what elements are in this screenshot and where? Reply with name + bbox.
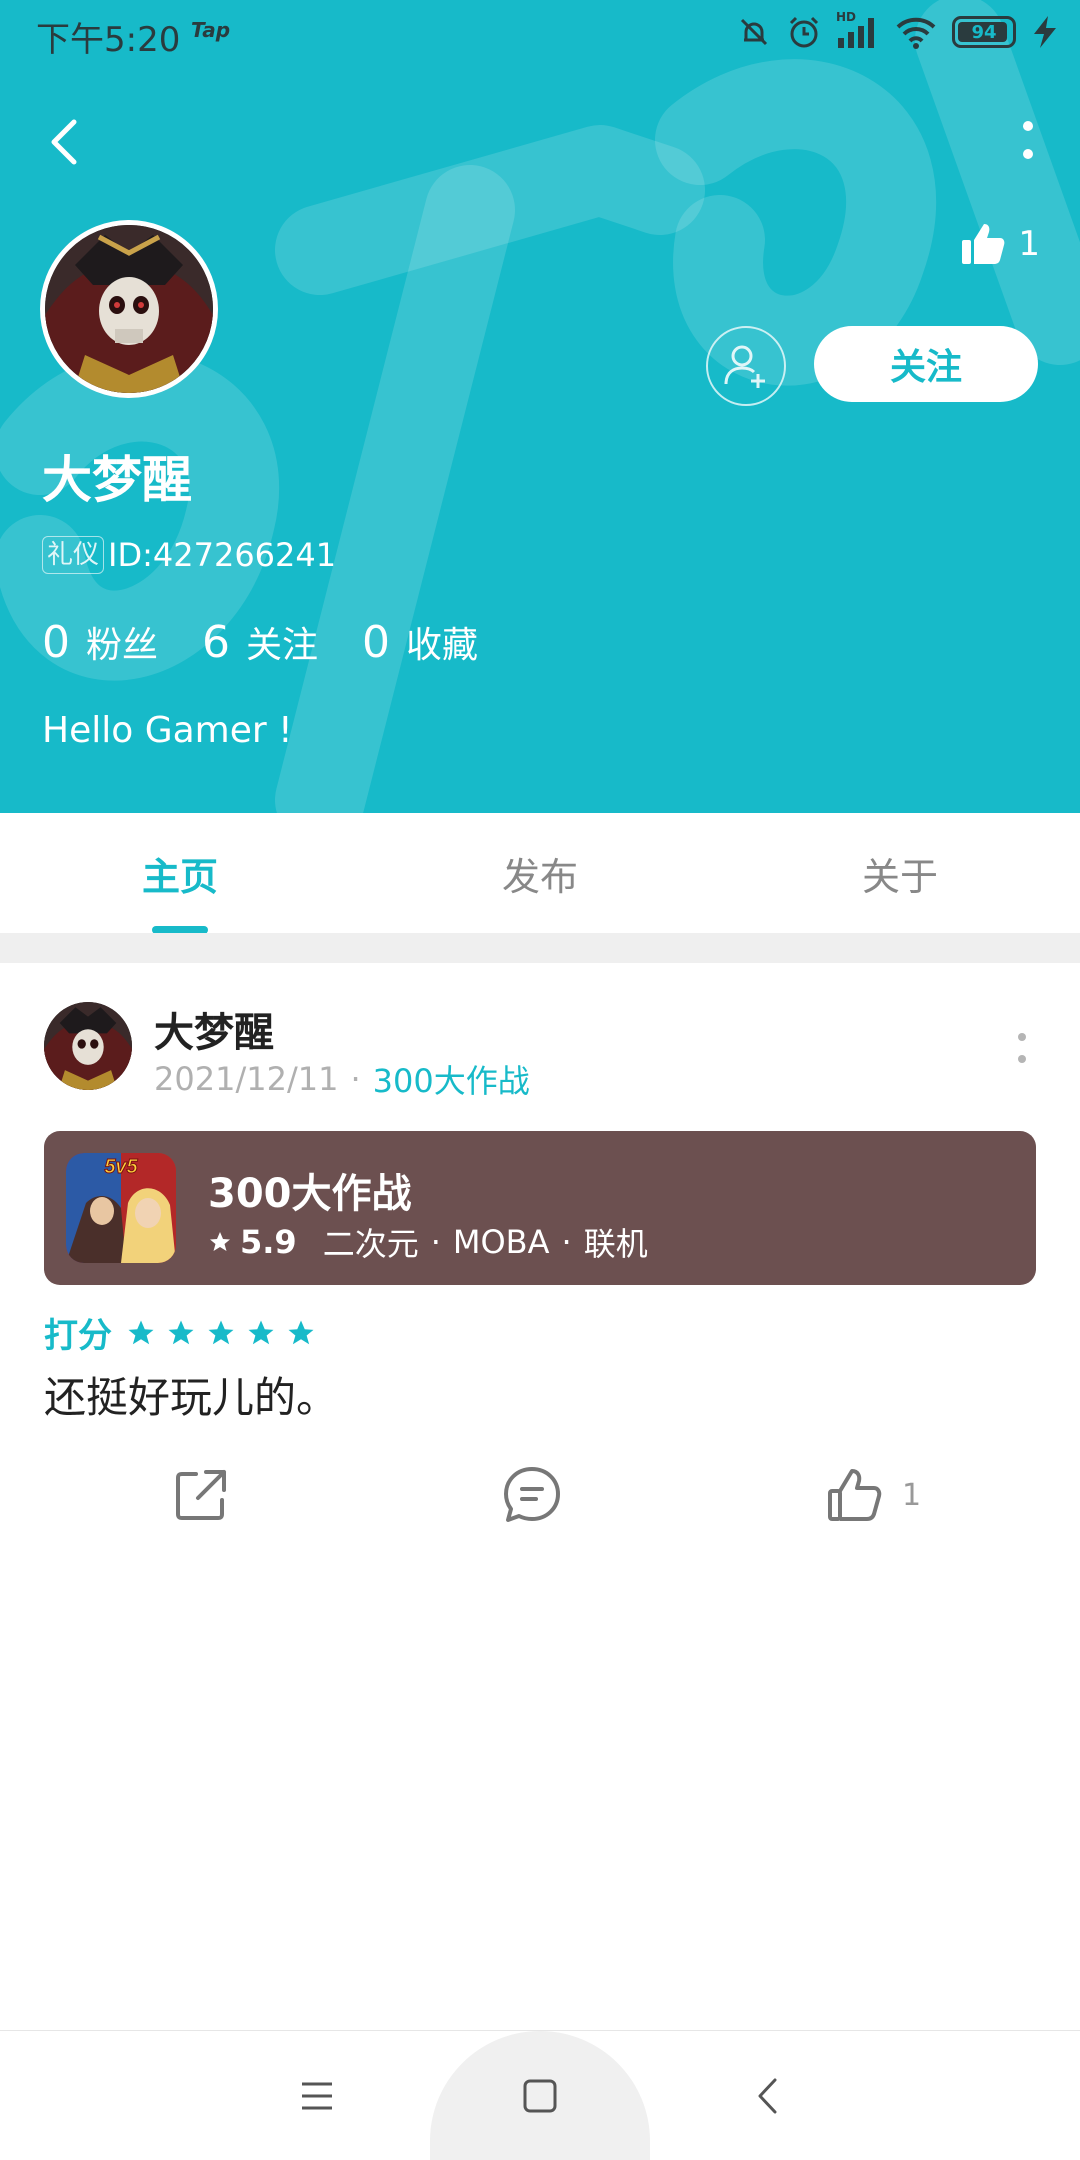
stat-favorites-count: 0 bbox=[362, 617, 391, 668]
share-button[interactable] bbox=[172, 1455, 230, 1535]
post-date: 2021/12/11 bbox=[154, 1060, 339, 1098]
profile-stats: 0 粉丝 6 关注 0 收藏 bbox=[42, 616, 522, 668]
game-tag: 联机 bbox=[583, 1225, 648, 1263]
alarm-icon bbox=[789, 16, 819, 48]
meta-separator: · bbox=[350, 1060, 361, 1098]
profile-tabs: 主页 发布 关于 bbox=[0, 813, 1080, 933]
signal-hd-label: HD bbox=[836, 10, 857, 24]
like-count: 1 bbox=[902, 1477, 922, 1513]
mute-icon bbox=[740, 18, 768, 46]
game-card-meta: 5.9 二次元 · MOBA · 联机 bbox=[208, 1219, 648, 1265]
comment-icon bbox=[504, 1467, 560, 1522]
menu-icon bbox=[302, 2082, 332, 2110]
game-card-title: 300大作战 bbox=[208, 1171, 412, 1217]
game-card[interactable]: 5v5 300大作战 5.9 二次元 · MOBA · 联机 bbox=[44, 1131, 1036, 1285]
skull-avatar-image bbox=[44, 1002, 132, 1090]
rating-star-icon bbox=[168, 1320, 194, 1344]
nav-menu-button[interactable] bbox=[257, 2031, 377, 2160]
system-nav-bar bbox=[0, 2030, 1080, 2160]
rating-stars bbox=[126, 1318, 316, 1348]
tap-app-icon: Tap bbox=[191, 18, 231, 42]
battery-level: 94 bbox=[971, 21, 997, 43]
stat-following[interactable]: 6 关注 bbox=[202, 616, 318, 668]
star-icon bbox=[210, 1232, 230, 1251]
tap-watermark bbox=[0, 0, 1080, 813]
skull-avatar-image bbox=[45, 225, 213, 393]
signal-icon: HD bbox=[836, 10, 880, 50]
game-icon-label: 5v5 bbox=[104, 1156, 138, 1178]
status-bar: 下午5:20 Tap HD 94 bbox=[0, 0, 1080, 66]
status-time: 下午5:20 bbox=[36, 20, 181, 60]
post-game-link[interactable]: 300大作战 bbox=[373, 1056, 530, 1102]
rating-star-icon bbox=[288, 1320, 314, 1344]
tag-separator: · bbox=[561, 1223, 572, 1261]
profile-like-button[interactable]: 1 bbox=[960, 222, 1040, 266]
post-more-button[interactable] bbox=[1002, 1028, 1042, 1068]
stat-following-label: 关注 bbox=[246, 625, 319, 666]
stat-fans-label: 粉丝 bbox=[86, 625, 159, 666]
wifi-icon bbox=[896, 17, 936, 49]
back-arrow-icon bbox=[51, 119, 77, 165]
post-author-avatar[interactable] bbox=[44, 1002, 132, 1090]
stat-fans-count: 0 bbox=[42, 617, 70, 668]
game-icon: 5v5 bbox=[66, 1153, 176, 1263]
tab-about[interactable]: 关于 bbox=[720, 813, 1080, 933]
app-root: 下午5:20 Tap HD 94 1 关注 大梦醒 礼仪 ID:42726624… bbox=[0, 0, 1080, 2160]
status-icons: HD 94 bbox=[736, 10, 1060, 52]
tag-separator: · bbox=[430, 1223, 441, 1261]
rating-star-icon bbox=[128, 1320, 154, 1344]
stat-fans[interactable]: 0 粉丝 bbox=[42, 616, 158, 668]
tab-posts[interactable]: 发布 bbox=[360, 813, 720, 933]
back-button[interactable] bbox=[34, 110, 94, 174]
profile-username: 大梦醒 bbox=[42, 451, 192, 509]
profile-id-row: 礼仪 ID:427266241 bbox=[42, 536, 336, 574]
stat-favorites[interactable]: 0 收藏 bbox=[362, 616, 478, 668]
back-chevron-icon bbox=[758, 2078, 777, 2114]
profile-header: 下午5:20 Tap HD 94 1 关注 大梦醒 礼仪 ID:42726624… bbox=[0, 0, 1080, 813]
profile-like-count: 1 bbox=[1018, 224, 1040, 264]
section-divider bbox=[0, 933, 1080, 963]
etiquette-badge: 礼仪 bbox=[42, 536, 105, 574]
follow-button[interactable]: 关注 bbox=[814, 326, 1038, 402]
post-text: 还挺好玩儿的。 bbox=[44, 1373, 339, 1422]
rating-label: 打分 bbox=[44, 1316, 112, 1356]
nav-home-button[interactable] bbox=[480, 2031, 600, 2160]
nav-back-button[interactable] bbox=[707, 2031, 827, 2160]
battery-icon: 94 bbox=[952, 16, 1016, 48]
thumbs-up-icon bbox=[962, 224, 1005, 264]
post-actions: 1 bbox=[0, 1455, 1080, 1535]
game-cover-image: 5v5 bbox=[66, 1153, 176, 1263]
game-tag: 二次元 bbox=[322, 1225, 419, 1263]
post-meta: 2021/12/11 · 300大作战 bbox=[154, 1056, 530, 1102]
rating-star-icon bbox=[248, 1320, 274, 1344]
more-vertical-icon bbox=[1018, 1033, 1026, 1063]
home-square-icon bbox=[523, 2079, 557, 2113]
like-button[interactable]: 1 bbox=[826, 1455, 921, 1535]
comment-button[interactable] bbox=[502, 1455, 562, 1535]
charging-icon bbox=[1034, 16, 1056, 48]
profile-bio: Hello Gamer ! bbox=[42, 710, 293, 751]
stat-favorites-label: 收藏 bbox=[406, 625, 479, 666]
stat-following-count: 6 bbox=[202, 617, 231, 668]
post-rating: 打分 bbox=[44, 1308, 316, 1357]
profile-id: ID:427266241 bbox=[108, 536, 337, 574]
tab-home[interactable]: 主页 bbox=[0, 813, 360, 933]
add-user-icon bbox=[724, 345, 765, 388]
share-icon bbox=[176, 1470, 226, 1520]
more-vertical-icon bbox=[1023, 121, 1033, 159]
game-tag: MOBA bbox=[452, 1223, 550, 1261]
add-friend-button[interactable] bbox=[706, 326, 786, 406]
game-score: 5.9 bbox=[240, 1223, 297, 1261]
post-author-name[interactable]: 大梦醒 bbox=[154, 1000, 274, 1058]
profile-avatar[interactable] bbox=[40, 220, 218, 398]
more-options-button[interactable] bbox=[998, 110, 1058, 174]
thumbs-up-outline-icon bbox=[828, 1469, 882, 1521]
rating-star-icon bbox=[208, 1320, 234, 1344]
